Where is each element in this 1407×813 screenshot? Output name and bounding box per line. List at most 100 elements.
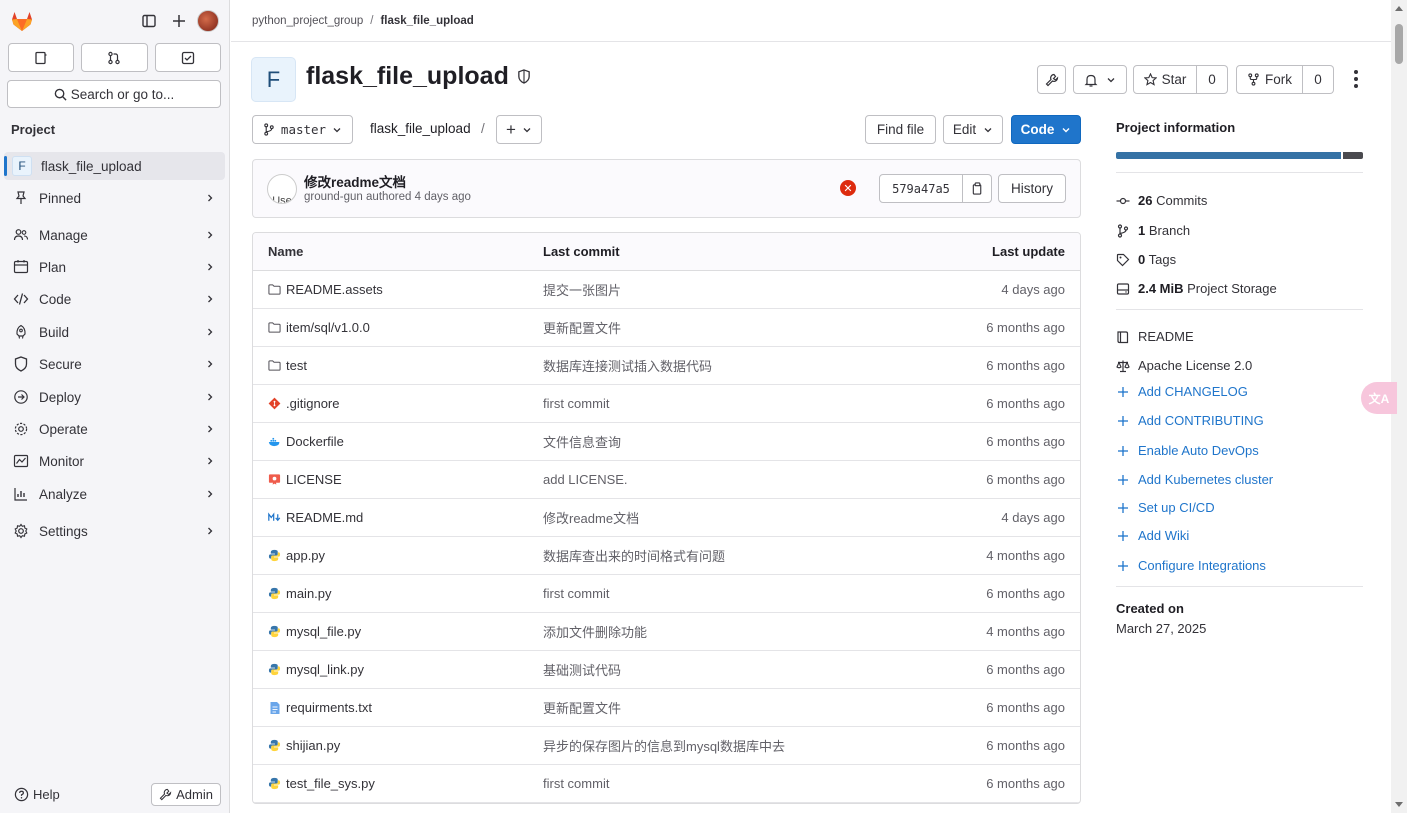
merge-requests-counter-button[interactable] — [81, 43, 148, 72]
add-to-tree-dropdown[interactable]: + — [496, 115, 542, 144]
language-segment[interactable] — [1116, 152, 1342, 159]
edit-dropdown[interactable]: Edit — [943, 115, 1003, 144]
file-name-link[interactable]: test — [286, 358, 307, 373]
last-commit-link[interactable]: 数据库查出来的时间格式有问题 — [543, 546, 873, 565]
table-row[interactable]: README.assets 提交一张图片 4 days ago — [253, 271, 1080, 309]
language-segment[interactable] — [1343, 152, 1363, 159]
sidebar-item-code[interactable]: Code — [0, 283, 229, 315]
breadcrumb-group-link[interactable]: python_project_group — [252, 15, 363, 27]
fork-button[interactable]: Fork — [1236, 65, 1303, 94]
table-row[interactable]: Dockerfile 文件信息查询 6 months ago — [253, 423, 1080, 461]
file-name-link[interactable]: LICENSE — [286, 472, 342, 487]
set-up-ci-cd-link[interactable]: Set up CI/CD — [1116, 500, 1363, 515]
table-row[interactable]: mysql_link.py 基础测试代码 6 months ago — [253, 651, 1080, 689]
user-avatar[interactable] — [197, 10, 219, 32]
visibility-shield-icon[interactable] — [517, 69, 531, 84]
table-row[interactable]: .gitignore first commit 6 months ago — [253, 385, 1080, 423]
sidebar-item-pinned[interactable]: Pinned — [0, 182, 229, 214]
history-button[interactable]: History — [998, 174, 1066, 203]
sidebar-item-monitor[interactable]: Monitor — [0, 445, 229, 477]
toggle-sidebar-icon[interactable] — [135, 7, 163, 35]
last-commit-link[interactable]: 提交一张图片 — [543, 280, 873, 299]
branch-selector[interactable]: master — [252, 115, 353, 144]
last-commit-link[interactable]: 基础测试代码 — [543, 660, 873, 679]
file-name-link[interactable]: main.py — [286, 586, 332, 601]
file-name-link[interactable]: README.md — [286, 510, 363, 525]
table-row[interactable]: README.md 修改readme文档 4 days ago — [253, 499, 1080, 537]
sidebar-item-plan[interactable]: Plan — [0, 251, 229, 283]
plus-icon[interactable] — [165, 7, 193, 35]
last-commit-link[interactable]: 修改readme文档 — [543, 508, 873, 527]
commit-title-link[interactable]: 修改readme文档 — [304, 171, 406, 191]
scroll-down-arrow[interactable] — [1395, 802, 1403, 807]
star-count[interactable]: 0 — [1197, 65, 1228, 94]
notifications-dropdown[interactable] — [1073, 65, 1127, 94]
todos-counter-button[interactable] — [154, 43, 221, 72]
fork-count[interactable]: 0 — [1303, 65, 1334, 94]
last-commit-link[interactable]: 更新配置文件 — [543, 698, 873, 717]
file-name-link[interactable]: requirments.txt — [286, 700, 372, 715]
last-commit-link[interactable]: first commit — [543, 586, 873, 601]
readme-link[interactable]: README — [1116, 329, 1363, 344]
sidebar-item-settings[interactable]: Settings — [0, 515, 229, 547]
commit-author-avatar[interactable]: Use — [267, 174, 297, 204]
commit-sha[interactable]: 579a47a5 — [879, 174, 963, 203]
file-name-link[interactable]: app.py — [286, 548, 325, 563]
copy-sha-button[interactable] — [963, 174, 992, 203]
last-commit-link[interactable]: 添加文件删除功能 — [543, 622, 873, 641]
star-button[interactable]: Star — [1133, 65, 1197, 94]
table-row[interactable]: shijian.py 异步的保存图片的信息到mysql数据库中去 6 months … — [253, 727, 1080, 765]
gitlab-logo-icon[interactable] — [10, 9, 34, 33]
issues-counter-button[interactable] — [8, 43, 75, 72]
file-name-link[interactable]: mysql_file.py — [286, 624, 361, 639]
license-link[interactable]: Apache License 2.0 — [1116, 358, 1363, 373]
last-commit-link[interactable]: add LICENSE. — [543, 472, 873, 487]
last-commit-link[interactable]: 文件信息查询 — [543, 432, 873, 451]
file-name-link[interactable]: test_file_sys.py — [286, 776, 375, 791]
last-commit-link[interactable]: 数据库连接测试插入数据代码 — [543, 356, 873, 375]
pipeline-failed-icon[interactable]: ✕ — [840, 180, 856, 196]
last-commit-link[interactable]: 更新配置文件 — [543, 318, 873, 337]
admin-button[interactable]: Admin — [151, 783, 221, 806]
sidebar-item-build[interactable]: Build — [0, 316, 229, 348]
scroll-up-arrow[interactable] — [1395, 6, 1403, 11]
table-row[interactable]: test_file_sys.py first commit 6 months ago — [253, 765, 1080, 803]
add-wiki-link[interactable]: Add Wiki — [1116, 528, 1363, 543]
sidebar-item-secure[interactable]: Secure — [0, 348, 229, 380]
last-commit-link[interactable]: 异步的保存图片的信息到mysql数据库中去 — [543, 736, 873, 755]
search-button[interactable]: Search or go to... — [7, 80, 221, 108]
table-row[interactable]: test 数据库连接测试插入数据代码 6 months ago — [253, 347, 1080, 385]
translate-extension-icon[interactable]: 文A — [1361, 382, 1397, 414]
file-name-link[interactable]: .gitignore — [286, 396, 339, 411]
tags-link[interactable]: 0 Tags — [1116, 252, 1363, 267]
table-row[interactable]: item/sql/v1.0.0 更新配置文件 6 months ago — [253, 309, 1080, 347]
table-row[interactable]: mysql_file.py 添加文件删除功能 4 months ago — [253, 613, 1080, 651]
sidebar-item-manage[interactable]: Manage — [0, 219, 229, 251]
code-dropdown[interactable]: Code — [1011, 115, 1081, 144]
enable-auto-devops-link[interactable]: Enable Auto DevOps — [1116, 443, 1363, 458]
file-name-link[interactable]: item/sql/v1.0.0 — [286, 320, 370, 335]
table-row[interactable]: LICENSE add LICENSE. 6 months ago — [253, 461, 1080, 499]
file-name-link[interactable]: Dockerfile — [286, 434, 344, 449]
commits-link[interactable]: 26 Commits — [1116, 193, 1363, 208]
scroll-thumb[interactable] — [1395, 24, 1403, 64]
sidebar-item-analyze[interactable]: Analyze — [0, 478, 229, 510]
branches-link[interactable]: 1 Branch — [1116, 223, 1363, 238]
sidebar-item-operate[interactable]: Operate — [0, 413, 229, 445]
add-contributing-link[interactable]: Add CONTRIBUTING — [1116, 413, 1363, 428]
sidebar-item-deploy[interactable]: Deploy — [0, 381, 229, 413]
last-commit-link[interactable]: first commit — [543, 776, 873, 791]
storage-link[interactable]: 2.4 MiB Project Storage — [1116, 281, 1363, 296]
language-bar[interactable] — [1116, 152, 1363, 159]
breadcrumb-project-link[interactable]: flask_file_upload — [380, 15, 473, 27]
more-actions-kebab-icon[interactable] — [1348, 66, 1364, 92]
help-button[interactable]: Help — [14, 787, 60, 802]
table-row[interactable]: main.py first commit 6 months ago — [253, 575, 1080, 613]
table-row[interactable]: requirments.txt 更新配置文件 6 months ago — [253, 689, 1080, 727]
file-name-link[interactable]: README.assets — [286, 282, 383, 297]
add-changelog-link[interactable]: Add CHANGELOG — [1116, 384, 1363, 399]
last-commit-link[interactable]: first commit — [543, 396, 873, 411]
file-name-link[interactable]: mysql_link.py — [286, 662, 364, 677]
find-file-button[interactable]: Find file — [865, 115, 936, 144]
commit-author-link[interactable]: ground-gun — [304, 191, 363, 203]
